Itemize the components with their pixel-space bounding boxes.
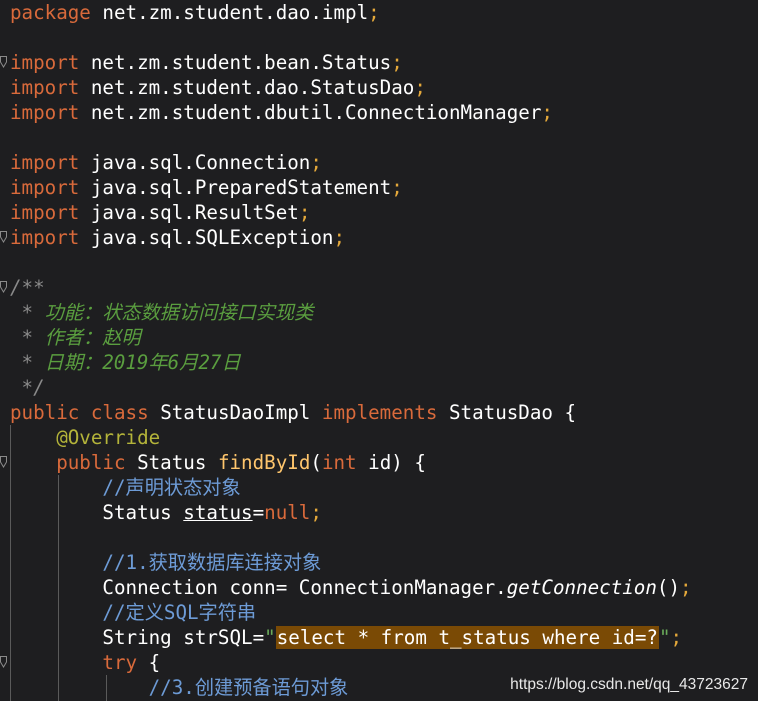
- code-line[interactable]: //定义SQL字符串: [10, 600, 256, 625]
- code-line[interactable]: //声明状态对象: [10, 475, 241, 500]
- code-line[interactable]: import net.zm.student.bean.Status;: [10, 50, 403, 75]
- code-token: public: [10, 451, 138, 474]
- code-token: status: [183, 501, 253, 524]
- code-line[interactable]: import java.sql.PreparedStatement;: [10, 175, 403, 200]
- code-line[interactable]: */: [10, 375, 45, 400]
- fold-marker-icon[interactable]: [0, 56, 7, 68]
- code-token: (: [310, 451, 322, 474]
- code-line[interactable]: /**: [10, 275, 45, 300]
- code-token: try: [10, 651, 149, 674]
- code-token: import: [10, 51, 80, 74]
- code-token: ": [658, 626, 671, 649]
- code-token: import: [10, 201, 80, 224]
- code-editor[interactable]: package net.zm.student.dao.impl; import n…: [0, 0, 758, 701]
- code-token: =: [252, 501, 265, 524]
- code-line[interactable]: public Status findById(int id) {: [10, 450, 426, 475]
- code-line[interactable]: Status status=null;: [10, 500, 322, 525]
- code-token: //3.创建预备语句对象: [10, 676, 349, 699]
- code-token: //声明状态对象: [10, 476, 241, 499]
- code-token: net.zm.student.dao.StatusDao: [79, 76, 415, 99]
- code-token: java.sql.SQLException: [79, 226, 334, 249]
- code-token: net.zm.student.dbutil.ConnectionManager: [79, 101, 542, 124]
- code-token: (): [656, 576, 681, 599]
- code-token: //1.获取数据库连接对象: [10, 551, 322, 574]
- code-token: ;: [391, 176, 403, 199]
- code-token: findById: [217, 451, 311, 474]
- code-token: /**: [10, 276, 45, 299]
- code-token: ;: [414, 76, 426, 99]
- code-token: id) {: [368, 451, 426, 474]
- code-token: 功能：状态数据访问接口实现类: [44, 301, 314, 324]
- code-line[interactable]: import java.sql.ResultSet;: [10, 200, 310, 225]
- watermark-url: https://blog.csdn.net/qq_43723627: [510, 676, 748, 693]
- code-token: ;: [680, 576, 692, 599]
- code-token: *: [10, 351, 45, 374]
- code-token: ;: [333, 226, 346, 249]
- fold-marker-icon[interactable]: [0, 656, 7, 668]
- code-token: *: [10, 301, 45, 324]
- code-line[interactable]: import java.sql.Connection;: [10, 150, 322, 175]
- fold-marker-icon[interactable]: [0, 281, 7, 293]
- code-token: ;: [541, 101, 553, 124]
- code-token: *: [10, 326, 45, 349]
- code-token: 日期：2019年6月27日: [44, 351, 241, 374]
- code-line[interactable]: @Override: [10, 425, 160, 450]
- code-line[interactable]: //3.创建预备语句对象: [10, 675, 349, 700]
- code-token: int: [321, 451, 369, 474]
- code-token: null: [264, 501, 311, 524]
- code-token: import: [10, 226, 80, 249]
- fold-marker-icon[interactable]: [0, 456, 7, 468]
- code-line[interactable]: * 功能：状态数据访问接口实现类: [10, 300, 314, 325]
- code-token: */: [10, 376, 45, 399]
- code-token: //定义SQL字符串: [10, 601, 257, 624]
- code-token: net.zm.student.bean.Status: [79, 51, 392, 74]
- code-token: import: [10, 151, 80, 174]
- code-token: import: [10, 176, 80, 199]
- code-token: Status: [10, 501, 184, 524]
- code-line[interactable]: * 作者：赵明: [10, 325, 141, 350]
- code-token: ;: [368, 1, 380, 24]
- code-token: java.sql.PreparedStatement: [79, 176, 392, 199]
- code-line[interactable]: * 日期：2019年6月27日: [10, 350, 241, 375]
- code-token: class: [90, 401, 161, 424]
- code-token: ;: [310, 151, 322, 174]
- code-token: Connection conn= ConnectionManager.: [10, 576, 507, 599]
- code-token: {: [148, 651, 161, 674]
- code-token: java.sql.Connection: [79, 151, 311, 174]
- code-token: select * from t_status where id=?: [275, 626, 659, 649]
- code-token: Status: [137, 451, 218, 474]
- code-line[interactable]: package net.zm.student.dao.impl;: [10, 0, 380, 25]
- code-token: @Override: [10, 426, 161, 449]
- code-token: StatusDao {: [449, 401, 577, 424]
- code-line[interactable]: String strSQL="select * from t_status wh…: [10, 625, 682, 650]
- code-token: public: [10, 401, 91, 424]
- code-token: package: [10, 1, 91, 24]
- fold-marker-icon[interactable]: [0, 231, 7, 243]
- code-token: import: [10, 101, 80, 124]
- code-token: getConnection: [506, 576, 657, 599]
- code-line[interactable]: //1.获取数据库连接对象: [10, 550, 321, 575]
- code-token: ;: [391, 51, 403, 74]
- code-line[interactable]: import net.zm.student.dbutil.ConnectionM…: [10, 100, 553, 125]
- code-token: ;: [298, 201, 311, 224]
- code-line[interactable]: import java.sql.SQLException;: [10, 225, 345, 250]
- code-token: import: [10, 76, 80, 99]
- code-token: String strSQL=: [10, 626, 265, 649]
- code-token: 作者：赵明: [44, 326, 141, 349]
- code-line[interactable]: Connection conn= ConnectionManager.getCo…: [10, 575, 692, 600]
- code-line[interactable]: public class StatusDaoImpl implements St…: [10, 400, 576, 425]
- code-line[interactable]: try {: [10, 650, 160, 675]
- code-token: ": [264, 626, 276, 649]
- code-token: java.sql.ResultSet: [79, 201, 299, 224]
- code-token: net.zm.student.dao.impl: [90, 1, 369, 24]
- code-token: implements: [321, 401, 449, 424]
- code-token: ;: [310, 501, 322, 524]
- code-line[interactable]: import net.zm.student.dao.StatusDao;: [10, 75, 426, 100]
- code-token: ;: [670, 626, 683, 649]
- code-token: StatusDaoImpl: [160, 401, 322, 424]
